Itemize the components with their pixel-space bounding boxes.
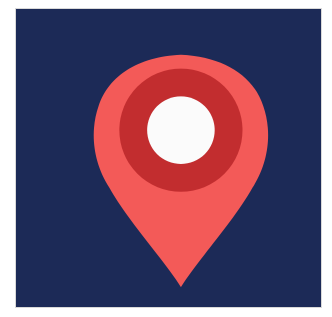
location-app-icon xyxy=(15,8,322,308)
map-pin-graphic xyxy=(93,54,269,288)
pin-center-dot xyxy=(147,96,215,164)
